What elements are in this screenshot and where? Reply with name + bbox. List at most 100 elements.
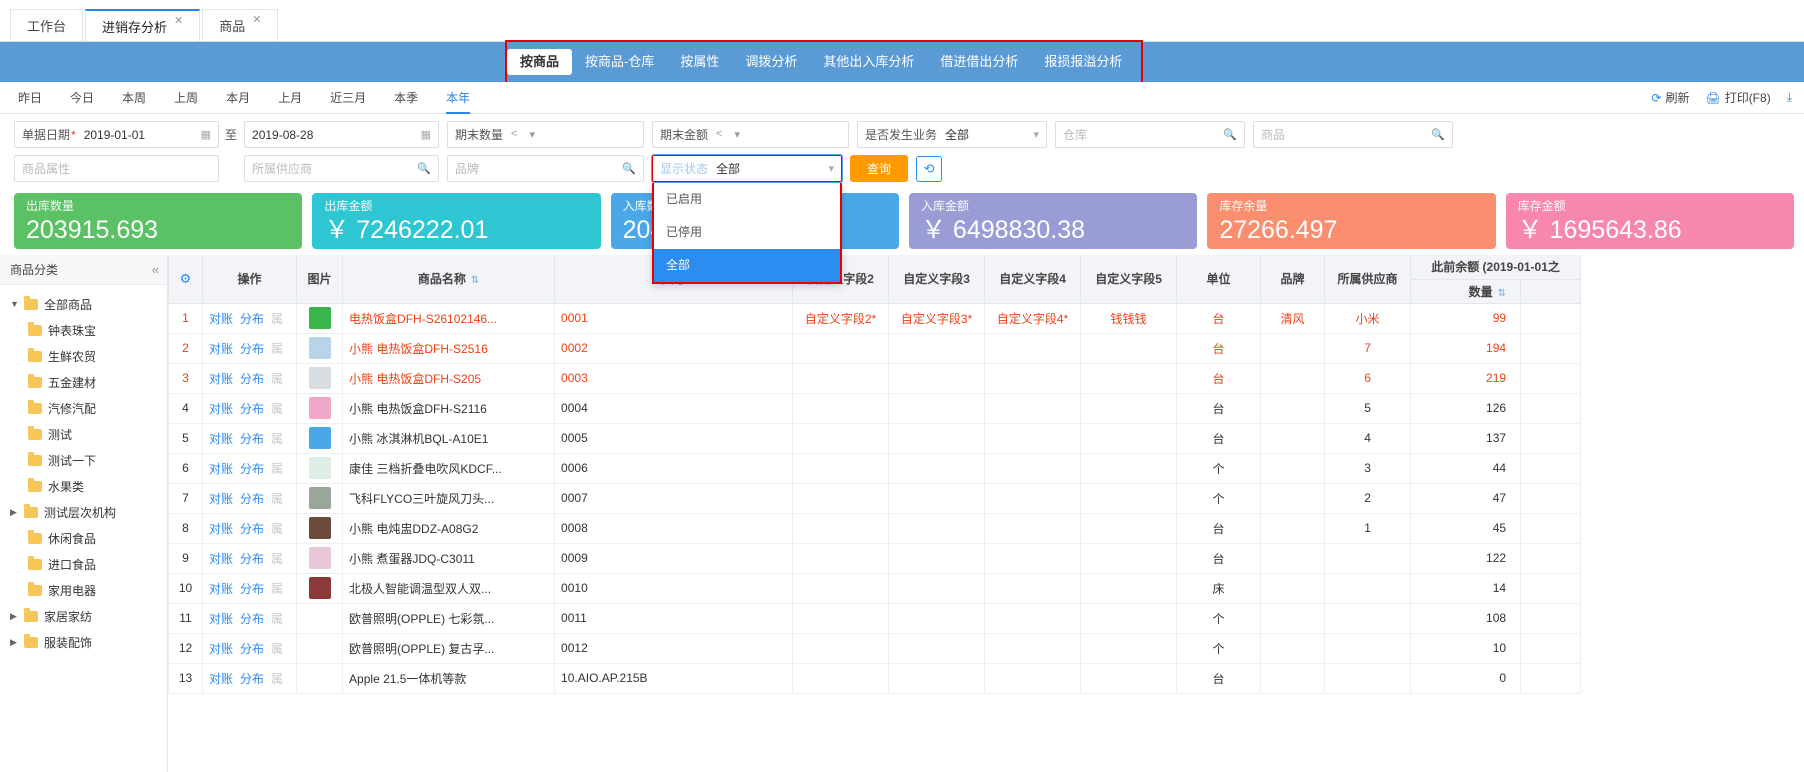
quick-date-this-month[interactable]: 本月 xyxy=(226,82,250,114)
quick-date-yesterday[interactable]: 昨日 xyxy=(18,82,42,114)
display-status-option-disabled[interactable]: 已停用 xyxy=(654,216,840,249)
row-action-reconcile[interactable]: 对账 xyxy=(209,522,233,536)
row-action-more[interactable]: 属 xyxy=(271,402,283,416)
column-header-balance-qty[interactable]: 数量 ⇅ xyxy=(1410,279,1522,304)
row-action-distribution[interactable]: 分布 xyxy=(240,312,264,326)
row-action-more[interactable]: 属 xyxy=(271,432,283,446)
refresh-button[interactable]: ⟳ 刷新 xyxy=(1651,89,1689,106)
row-action-more[interactable]: 属 xyxy=(271,462,283,476)
category-tree-node[interactable]: 汽修汽配 xyxy=(0,395,167,421)
cell-product-name[interactable]: 电热饭盒DFH-S26102146... xyxy=(342,302,556,334)
product-thumbnail[interactable] xyxy=(308,547,331,569)
row-action-reconcile[interactable]: 对账 xyxy=(209,342,233,356)
search-icon[interactable]: 🔍 xyxy=(409,162,431,175)
column-settings-header[interactable]: ⚙ xyxy=(168,255,203,304)
table-row[interactable]: 11 对账 分布属欧普照明(OPPLE) 七彩氛... 0011 个 108 xyxy=(168,602,1582,634)
row-action-distribution[interactable]: 分布 xyxy=(240,552,264,566)
display-status-option-all[interactable]: 全部 xyxy=(654,249,841,282)
end-quantity-filter[interactable]: 期末数量 < ▾ xyxy=(447,121,645,148)
comparator-group[interactable]: < ▾ xyxy=(511,128,535,141)
product-thumbnail[interactable] xyxy=(308,307,331,329)
search-icon[interactable]: 🔍 xyxy=(1215,128,1237,141)
cell-product-name[interactable]: 北极人智能调温型双人双... xyxy=(342,572,556,604)
table-row[interactable]: 1 对账 分布属电热饭盒DFH-S26102146... 0001 自定义字段2* 自定义… xyxy=(168,302,1582,334)
row-action-reconcile[interactable]: 对账 xyxy=(209,432,233,446)
nav-tab-by-product-warehouse[interactable]: 按商品-仓库 xyxy=(572,49,667,75)
row-action-distribution[interactable]: 分布 xyxy=(240,402,264,416)
quick-date-this-week[interactable]: 本周 xyxy=(122,82,146,114)
cell-product-name[interactable]: 欧普照明(OPPLE) 七彩氛... xyxy=(342,602,556,634)
category-tree-node[interactable]: 家用电器 xyxy=(0,577,167,603)
cell-product-name[interactable]: 康佳 三档折叠电吹风KDCF... xyxy=(342,452,556,484)
display-status-option-enabled[interactable]: 已启用 xyxy=(654,183,840,216)
row-action-reconcile[interactable]: 对账 xyxy=(209,672,233,686)
quick-date-last-week[interactable]: 上周 xyxy=(174,82,198,114)
cell-product-name[interactable]: 小熊 电炖盅DDZ-A08G2 xyxy=(342,512,556,544)
cell-product-name[interactable]: 小熊 煮蛋器JDQ-C3011 xyxy=(342,542,556,574)
row-action-distribution[interactable]: 分布 xyxy=(240,342,264,356)
close-icon[interactable]: ✕ xyxy=(252,13,261,26)
nav-tab-other-inout-analysis[interactable]: 其他出入库分析 xyxy=(810,49,927,75)
table-row[interactable]: 9 对账 分布属小熊 煮蛋器JDQ-C3011 0009 台 122 xyxy=(168,542,1582,574)
quick-date-last-three-months[interactable]: 近三月 xyxy=(330,82,366,114)
column-header-product-name[interactable]: 商品名称 ⇅ xyxy=(342,255,556,304)
supplier-search-field[interactable]: 所属供应商 🔍 xyxy=(244,155,440,182)
category-tree-node[interactable]: 钟表珠宝 xyxy=(0,317,167,343)
search-icon[interactable]: 🔍 xyxy=(614,162,636,175)
chevron-down-icon[interactable]: ▾ xyxy=(529,128,535,141)
print-button[interactable]: 🖨 打印(F8) xyxy=(1705,89,1770,106)
row-action-more[interactable]: 属 xyxy=(271,672,283,686)
row-action-reconcile[interactable]: 对账 xyxy=(209,372,233,386)
row-action-more[interactable]: 属 xyxy=(271,372,283,386)
row-action-distribution[interactable]: 分布 xyxy=(240,462,264,476)
category-tree-node[interactable]: 休闲食品 xyxy=(0,525,167,551)
category-tree-node[interactable]: 测试 xyxy=(0,421,167,447)
product-thumbnail[interactable] xyxy=(308,577,331,599)
display-status-field[interactable]: 显示状态 全部 ▾ xyxy=(651,154,844,183)
category-tree-node[interactable]: 生鲜农贸 xyxy=(0,343,167,369)
nav-tab-by-attribute[interactable]: 按属性 xyxy=(667,49,732,75)
quick-date-today[interactable]: 今日 xyxy=(70,82,94,114)
nav-tab-by-product[interactable]: 按商品 xyxy=(507,49,573,75)
row-action-reconcile[interactable]: 对账 xyxy=(209,402,233,416)
row-action-more[interactable]: 属 xyxy=(271,582,283,596)
business-occurred-select[interactable]: 是否发生业务 全部 ▾ xyxy=(857,121,1048,148)
product-thumbnail[interactable] xyxy=(308,427,331,449)
cell-product-name[interactable]: 小熊 电热饭盒DFH-S2116 xyxy=(342,392,556,424)
row-action-reconcile[interactable]: 对账 xyxy=(209,492,233,506)
product-thumbnail[interactable] xyxy=(308,517,331,539)
quick-date-last-month[interactable]: 上月 xyxy=(278,82,302,114)
row-action-more[interactable]: 属 xyxy=(271,642,283,656)
row-action-reconcile[interactable]: 对账 xyxy=(209,612,233,626)
product-thumbnail[interactable] xyxy=(308,367,331,389)
product-attribute-field[interactable]: 商品属性 xyxy=(14,155,219,182)
category-tree-node[interactable]: ▶ 家居家纺 xyxy=(0,603,167,629)
table-row[interactable]: 2 对账 分布属小熊 电热饭盒DFH-S2516 0002 台 7 194 xyxy=(168,332,1582,364)
search-button[interactable]: 查询 xyxy=(850,155,909,182)
row-action-more[interactable]: 属 xyxy=(271,522,283,536)
row-action-reconcile[interactable]: 对账 xyxy=(209,462,233,476)
comparator-group[interactable]: < ▾ xyxy=(716,128,740,141)
browser-tab-workbench[interactable]: 工作台 xyxy=(10,9,84,41)
row-action-reconcile[interactable]: 对账 xyxy=(209,582,233,596)
category-tree-node[interactable]: ▼ 全部商品 xyxy=(0,291,167,317)
quick-date-this-year[interactable]: 本年 xyxy=(446,82,471,114)
row-action-distribution[interactable]: 分布 xyxy=(240,372,264,386)
table-row[interactable]: 13 对账 分布属 Apple 21.5一体机等款 10.AIO.AP.215B 台 0 xyxy=(168,662,1582,694)
chevron-down-icon[interactable]: ▾ xyxy=(734,128,740,141)
date-to-field[interactable]: 2019-08-28 ▦ xyxy=(244,121,440,148)
chevron-right-icon[interactable]: ▶ xyxy=(10,637,24,648)
search-icon[interactable]: 🔍 xyxy=(1423,128,1445,141)
category-tree-node[interactable]: ▶ 测试层次机构 xyxy=(0,499,167,525)
row-action-distribution[interactable]: 分布 xyxy=(240,492,264,506)
category-tree-node[interactable]: ▶ 服装配饰 xyxy=(0,629,167,655)
quick-date-this-quarter[interactable]: 本季 xyxy=(394,82,418,114)
product-search-field[interactable]: 商品 🔍 xyxy=(1253,121,1454,148)
product-thumbnail[interactable] xyxy=(308,457,331,479)
row-action-distribution[interactable]: 分布 xyxy=(240,672,264,686)
row-action-distribution[interactable]: 分布 xyxy=(240,612,264,626)
calendar-icon[interactable]: ▦ xyxy=(193,128,211,141)
browser-tab-inventory-analysis[interactable]: 进销存分析 ✕ xyxy=(85,9,201,41)
nav-tab-borrow-lend-analysis[interactable]: 借进借出分析 xyxy=(927,49,1031,75)
row-action-distribution[interactable]: 分布 xyxy=(240,432,264,446)
